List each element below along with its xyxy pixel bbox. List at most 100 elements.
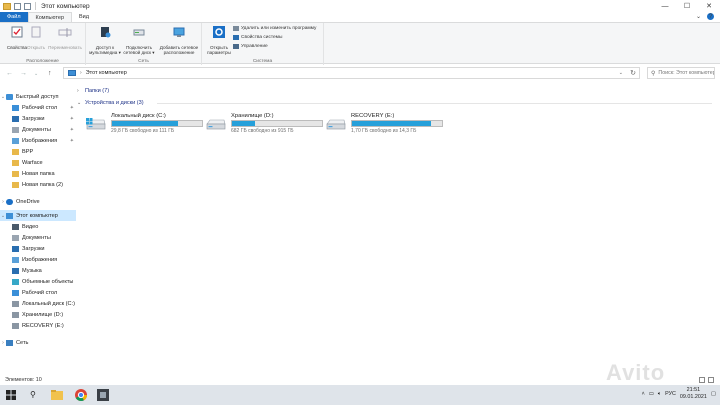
documents-icon bbox=[12, 234, 19, 241]
forward-arrow-icon[interactable]: → bbox=[20, 70, 28, 77]
sidebar-item[interactable]: Рабочий стол ✦ bbox=[0, 102, 76, 113]
sidebar-item[interactable]: Warface bbox=[0, 157, 76, 168]
recent-locations-icon[interactable]: ⌄ bbox=[34, 71, 42, 77]
search-input[interactable]: ⚲ Поиск: Этот компьютер bbox=[647, 67, 715, 79]
desktop-icon bbox=[12, 104, 19, 111]
drive-usage-bar bbox=[231, 120, 323, 127]
collapse-ribbon-icon[interactable]: ⌄ bbox=[696, 13, 701, 20]
breadcrumb-chevron-icon[interactable]: › bbox=[80, 70, 82, 76]
sidebar-item[interactable]: Новая папка bbox=[0, 168, 76, 179]
media-access-icon bbox=[101, 27, 111, 38]
sidebar-item-label: Рабочий стол bbox=[22, 104, 58, 111]
sidebar-item[interactable]: RECOVERY (E:) bbox=[0, 320, 76, 331]
drive-tile[interactable]: Хранилище (D:) 682 ГБ свободно из 915 ГБ bbox=[205, 113, 325, 135]
sidebar-item[interactable]: Объемные объекты bbox=[0, 276, 76, 287]
system-properties-button[interactable]: Свойства системы bbox=[233, 35, 282, 40]
devices-group-header[interactable]: ⌄ Устройства и диски (3) bbox=[77, 98, 144, 108]
sidebar-item[interactable]: Изображения ✦ bbox=[0, 135, 76, 146]
folders-group-header[interactable]: › Папки (7) bbox=[77, 86, 109, 96]
notifications-icon[interactable]: ▢ bbox=[711, 391, 716, 397]
network-tray-icon[interactable]: ▭ bbox=[649, 391, 654, 397]
language-indicator[interactable]: РУС bbox=[665, 391, 676, 397]
sidebar-item[interactable]: Загрузки ✦ bbox=[0, 113, 76, 124]
search-placeholder: Поиск: Этот компьютер bbox=[658, 70, 714, 76]
drive-tile[interactable]: RECOVERY (E:) 1,70 ГБ свободно из 14,3 ГБ bbox=[325, 113, 445, 135]
media-access-button[interactable]: Доступ к мультимедиа ▾ bbox=[88, 26, 122, 56]
3d-objects-icon bbox=[12, 278, 19, 285]
sidebar-item-label: Локальный диск (C:) bbox=[22, 300, 75, 307]
volume-tray-icon[interactable]: 🔈︎ bbox=[658, 391, 661, 398]
settings-gear-icon bbox=[213, 26, 225, 38]
sidebar-item[interactable]: Видео bbox=[0, 221, 76, 232]
minimize-button[interactable]: — bbox=[654, 0, 676, 12]
details-view-icon[interactable] bbox=[699, 377, 705, 383]
breadcrumb[interactable]: Этот компьютер bbox=[86, 70, 127, 76]
chevron-right-icon: › bbox=[77, 88, 79, 94]
window-controls: — ☐ ✕ bbox=[654, 0, 720, 12]
properties-quick-icon[interactable] bbox=[14, 2, 21, 10]
add-location-button[interactable]: Добавить сетевое расположение bbox=[158, 26, 200, 56]
sidebar-item-label: Изображения bbox=[22, 256, 58, 263]
sidebar-item[interactable]: Документы bbox=[0, 232, 76, 243]
folder-icon bbox=[12, 148, 19, 155]
maximize-button[interactable]: ☐ bbox=[676, 0, 698, 12]
open-settings-button[interactable]: Открыть параметры bbox=[202, 26, 236, 56]
chrome-taskbar-icon[interactable] bbox=[74, 388, 88, 402]
back-arrow-icon[interactable]: ← bbox=[6, 70, 14, 77]
drive-usage-fill bbox=[112, 121, 178, 126]
up-arrow-icon[interactable]: ↑ bbox=[48, 70, 56, 77]
drive-icon bbox=[326, 119, 346, 130]
disk-icon bbox=[12, 322, 19, 329]
sidebar-item[interactable]: Загрузки bbox=[0, 243, 76, 254]
sidebar-item-label: Этот компьютер bbox=[16, 212, 58, 219]
sidebar-item-label: Объемные объекты bbox=[22, 278, 74, 285]
sidebar-item[interactable]: Рабочий стол bbox=[0, 287, 76, 298]
address-bar[interactable]: › Этот компьютер ⌄ ↻ bbox=[63, 67, 640, 79]
disk-icon bbox=[12, 311, 19, 318]
sidebar-item[interactable]: Хранилище (D:) bbox=[0, 309, 76, 320]
sidebar-item-label: Документы bbox=[22, 126, 51, 133]
sidebar-item[interactable]: Изображения bbox=[0, 254, 76, 265]
tab-view[interactable]: Вид bbox=[72, 12, 96, 22]
drive-usage-bar bbox=[111, 120, 203, 127]
uninstall-button[interactable]: Удалить или изменить программу bbox=[233, 26, 316, 31]
clock[interactable]: 21:51 09.01.2021 bbox=[680, 387, 707, 401]
sidebar-item[interactable]: Новая папка (2) bbox=[0, 179, 76, 190]
tab-computer[interactable]: Компьютер bbox=[27, 12, 72, 22]
sidebar-item[interactable]: Документы ✦ bbox=[0, 124, 76, 135]
close-button[interactable]: ✕ bbox=[698, 0, 720, 12]
folder-icon bbox=[12, 181, 19, 188]
navigation-bar: ← → ⌄ ↑ › Этот компьютер ⌄ ↻ ⚲ Поиск: Эт… bbox=[0, 65, 720, 82]
app-taskbar-icon[interactable] bbox=[96, 388, 110, 402]
ribbon-group-location: Свойства Открыть Переименовать Расположе… bbox=[0, 23, 86, 65]
address-dropdown-icon[interactable]: ⌄ bbox=[619, 70, 623, 76]
drive-usage-fill bbox=[352, 121, 432, 126]
sidebar-item-label: Хранилище (D:) bbox=[22, 311, 64, 318]
windows-drive-icon bbox=[86, 118, 106, 130]
sidebar-item[interactable]: ⌄ Этот компьютер bbox=[0, 210, 76, 221]
tiles-view-icon[interactable] bbox=[708, 377, 714, 383]
manage-button[interactable]: Управление bbox=[233, 44, 268, 49]
sidebar-item[interactable]: ⌄ Быстрый доступ bbox=[0, 91, 76, 102]
taskbar-search-icon[interactable]: ⚲ bbox=[30, 390, 36, 399]
sidebar-item[interactable]: Музыка bbox=[0, 265, 76, 276]
windows-start-icon[interactable] bbox=[6, 390, 16, 400]
sidebar-item[interactable]: › Сеть bbox=[0, 337, 76, 348]
drive-tile[interactable]: Локальный диск (C:) 29,8 ГБ свободно из 1… bbox=[85, 113, 205, 135]
rename-button[interactable]: Переименовать bbox=[46, 26, 84, 50]
file-explorer-taskbar-icon[interactable] bbox=[50, 388, 64, 402]
pin-icon: ✦ bbox=[69, 104, 74, 111]
sidebar-item[interactable]: Локальный диск (C:) bbox=[0, 298, 76, 309]
sidebar-item[interactable]: BPP bbox=[0, 146, 76, 157]
help-icon[interactable]: ? bbox=[707, 13, 714, 20]
sidebar-item-label: Быстрый доступ bbox=[16, 93, 59, 100]
sidebar-item[interactable]: › OneDrive bbox=[0, 196, 76, 207]
tab-file[interactable]: Файл bbox=[0, 12, 28, 22]
new-folder-quick-icon[interactable] bbox=[24, 2, 31, 10]
refresh-icon[interactable]: ↻ bbox=[630, 69, 636, 77]
open-icon bbox=[31, 26, 41, 38]
navigation-pane: ⌄ Быстрый доступ Рабочий стол ✦ Загрузки ✦ Док… bbox=[0, 88, 76, 373]
tray-expand-icon[interactable]: ˄ bbox=[642, 391, 645, 397]
map-drive-button[interactable]: Подключить сетевой диск ▾ bbox=[122, 26, 156, 56]
drive-icon bbox=[206, 119, 226, 130]
